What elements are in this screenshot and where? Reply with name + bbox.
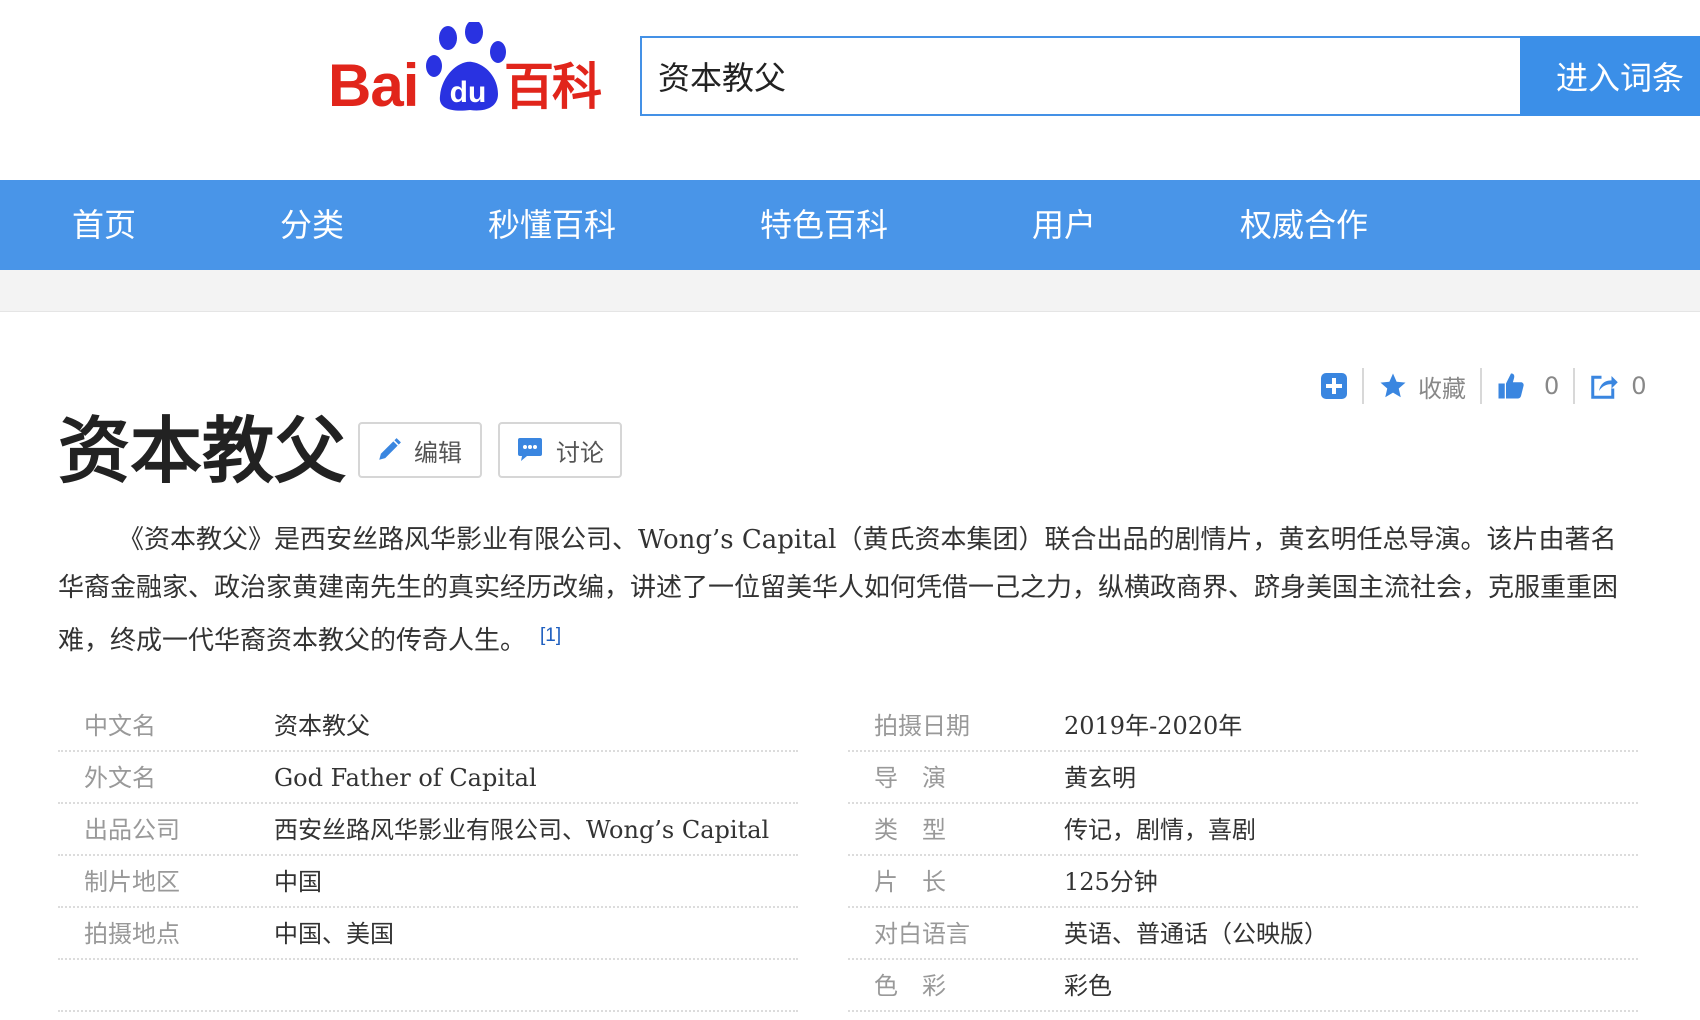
pencil-icon — [379, 438, 401, 460]
share-icon — [1591, 375, 1619, 399]
info-value: 传记，剧情，喜剧 — [1064, 816, 1256, 844]
info-key: 外文名 — [84, 764, 156, 792]
info-key: 类 型 — [874, 816, 946, 844]
info-key: 导 演 — [874, 764, 946, 792]
info-value: 中国、美国 — [274, 920, 394, 948]
info-row: 制片地区 中国 — [58, 856, 798, 908]
info-row — [58, 960, 798, 1012]
collect-button[interactable]: 收藏 — [1378, 366, 1466, 406]
info-value: 西安丝路风华影业有限公司、Wong’s Capital — [274, 816, 770, 844]
info-value: 125分钟 — [1064, 868, 1158, 896]
main-nav: 首页 分类 秒懂百科 特色百科 用户 权威合作 — [0, 180, 1700, 270]
summary-text: 《资本教父》是西安丝路风华影业有限公司、Wong’s Capital（黄氏资本集… — [58, 525, 1619, 656]
like-count: 0 — [1544, 372, 1560, 400]
logo-text-bai: Bai — [328, 52, 419, 119]
nav-item-featured[interactable]: 特色百科 — [760, 180, 888, 270]
info-column-right: 拍摄日期 2019年-2020年 导 演 黄玄明 类 型 传记，剧情，喜剧 片 … — [848, 700, 1638, 1012]
info-key: 拍摄地点 — [84, 920, 180, 948]
info-value: 中国 — [274, 868, 322, 896]
info-value: God Father of Capital — [274, 764, 537, 792]
header: Bai du 百科 进入词条 — [0, 0, 1700, 180]
info-key: 拍摄日期 — [874, 712, 970, 740]
info-key: 制片地区 — [84, 868, 180, 896]
info-key: 对白语言 — [874, 920, 970, 948]
info-value: 2019年-2020年 — [1064, 712, 1243, 740]
like-button[interactable]: 0 — [1496, 366, 1559, 406]
info-column-left: 中文名 资本教父 外文名 God Father of Capital 出品公司 … — [58, 700, 798, 1012]
info-row: 类 型 传记，剧情，喜剧 — [848, 804, 1638, 856]
collect-label: 收藏 — [1418, 374, 1466, 403]
star-icon — [1380, 373, 1406, 398]
info-key: 色 彩 — [874, 972, 946, 1000]
entry-content: 收藏 0 0 资本教父 编辑 讨论 《资本教父》是西安丝路风华影业有限公司、Wo… — [0, 312, 1700, 1020]
baidu-baike-logo[interactable]: Bai du 百科 — [328, 22, 604, 119]
info-row: 出品公司 西安丝路风华影业有限公司、Wong’s Capital — [58, 804, 798, 856]
citation-link[interactable]: [1] — [540, 625, 561, 646]
add-button[interactable] — [1320, 366, 1348, 406]
nav-item-user[interactable]: 用户 — [1032, 180, 1096, 270]
share-count: 0 — [1631, 372, 1647, 400]
chat-bubble-icon — [518, 438, 542, 461]
info-row: 中文名 资本教父 — [58, 700, 798, 752]
enter-entry-button[interactable]: 进入词条 — [1520, 36, 1700, 116]
logo-text-du: du — [450, 76, 487, 109]
info-key: 中文名 — [84, 712, 156, 740]
info-row: 片 长 125分钟 — [848, 856, 1638, 908]
thumbs-up-icon — [1498, 373, 1524, 399]
entry-summary: 《资本教父》是西安丝路风华影业有限公司、Wong’s Capital（黄氏资本集… — [58, 516, 1638, 665]
info-value: 英语、普通话（公映版） — [1064, 920, 1328, 948]
plus-icon — [1321, 373, 1347, 399]
info-key: 出品公司 — [84, 816, 180, 844]
info-value: 彩色 — [1064, 972, 1112, 1000]
edit-button[interactable]: 编辑 — [358, 422, 482, 478]
info-value: 黄玄明 — [1064, 764, 1136, 792]
entry-toolbar: 收藏 0 0 — [1320, 364, 1647, 408]
entry-title: 资本教父 — [58, 409, 347, 493]
info-row: 色 彩 彩色 — [848, 960, 1638, 1012]
discuss-label: 讨论 — [556, 438, 604, 467]
info-row: 拍摄日期 2019年-2020年 — [848, 700, 1638, 752]
search-box — [640, 36, 1522, 116]
share-button[interactable]: 0 — [1589, 366, 1647, 406]
toolbar-divider — [1573, 368, 1576, 404]
toolbar-divider — [1362, 368, 1364, 404]
info-row: 外文名 God Father of Capital — [58, 752, 798, 804]
nav-item-miaodong[interactable]: 秒懂百科 — [488, 180, 616, 270]
discuss-button[interactable]: 讨论 — [498, 422, 622, 478]
nav-item-authority[interactable]: 权威合作 — [1240, 180, 1368, 270]
toolbar-divider — [1480, 368, 1482, 404]
edit-label: 编辑 — [414, 438, 462, 467]
info-row: 导 演 黄玄明 — [848, 752, 1638, 804]
nav-item-category[interactable]: 分类 — [280, 180, 344, 270]
gray-band — [0, 270, 1700, 312]
nav-item-home[interactable]: 首页 — [72, 180, 136, 270]
info-row: 对白语言 英语、普通话（公映版） — [848, 908, 1638, 960]
search-input[interactable] — [642, 38, 1520, 114]
info-row: 拍摄地点 中国、美国 — [58, 908, 798, 960]
logo-text-baike: 百科 — [504, 58, 602, 116]
info-value: 资本教父 — [274, 712, 370, 740]
info-key: 片 长 — [874, 868, 946, 896]
